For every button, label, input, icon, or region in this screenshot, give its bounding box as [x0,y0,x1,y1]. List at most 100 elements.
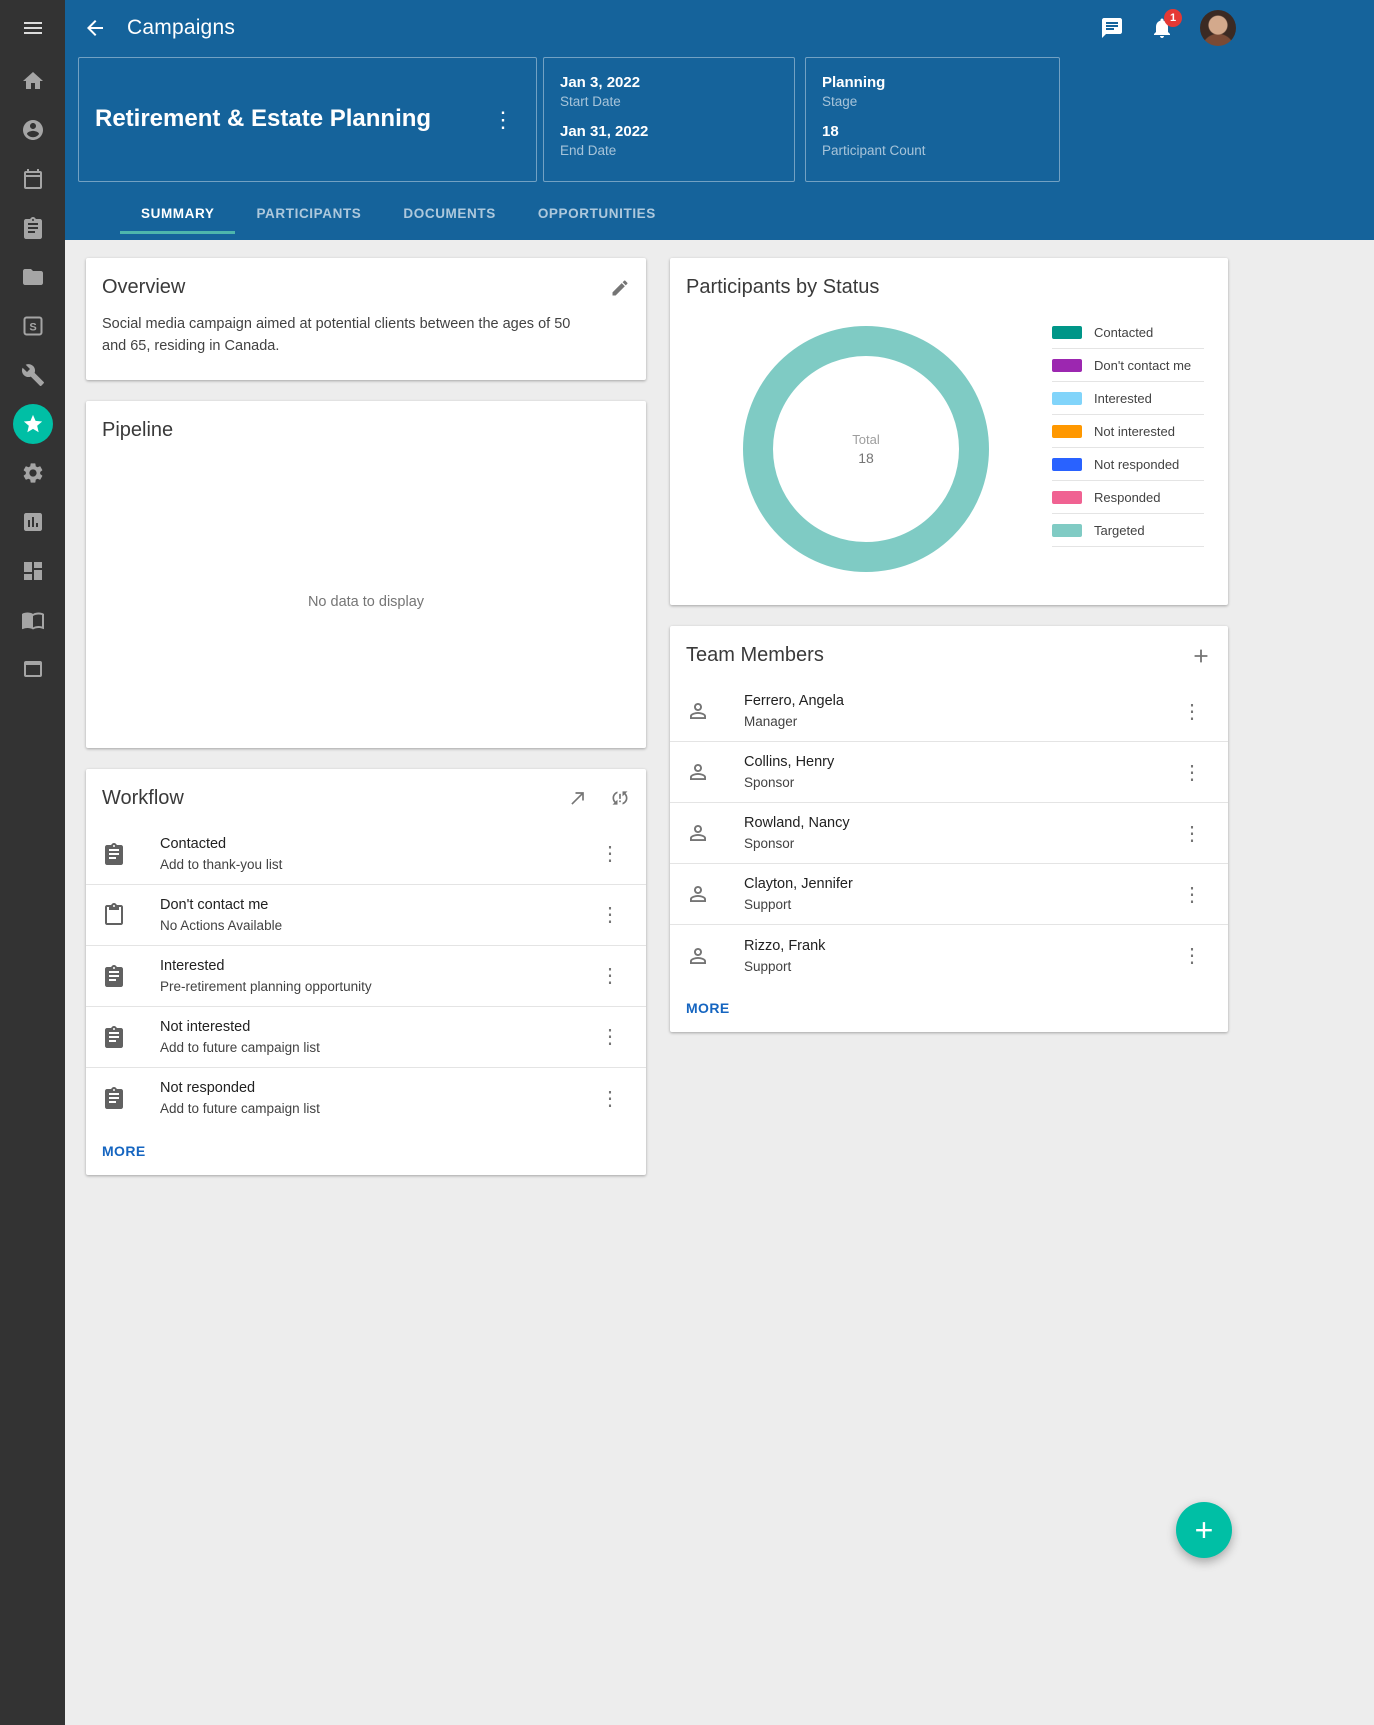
contact-icon[interactable] [0,105,65,154]
workflow-action: Pre-retirement planning opportunity [160,979,590,994]
tab-participants[interactable]: PARTICIPANTS [235,196,382,234]
menu-icon[interactable] [0,0,65,56]
legend-item: Interested [1052,382,1204,415]
documents-icon[interactable] [0,252,65,301]
edit-icon[interactable] [610,278,630,298]
row-menu-icon[interactable]: ⋮ [1172,878,1212,911]
row-menu-icon[interactable]: ⋮ [590,1082,630,1115]
legend-item: Not interested [1052,415,1204,448]
member-role: Sponsor [744,775,1172,790]
member-role: Support [744,897,1172,912]
svg-text:S: S [29,321,36,333]
end-date-value: Jan 31, 2022 [560,123,778,140]
overview-card: Overview Social media campaign aimed at … [86,258,646,380]
legend-item: Contacted [1052,316,1204,349]
workflow-row[interactable]: Interested Pre-retirement planning oppor… [86,946,646,1007]
legend-item: Responded [1052,481,1204,514]
tab-documents[interactable]: DOCUMENTS [382,196,516,234]
campaign-header: Campaigns 1 Retirement & Estate Planning… [65,0,1374,240]
campaign-name-card: Retirement & Estate Planning ⋮ [78,57,537,182]
home-icon[interactable] [0,56,65,105]
chat-icon[interactable] [1100,16,1124,40]
member-role: Sponsor [744,836,1172,851]
campaigns-icon-active[interactable] [0,399,65,448]
legend-swatch [1052,524,1082,537]
person-icon [686,882,710,906]
person-icon [686,760,710,784]
workflow-action: No Actions Available [160,918,590,933]
participant-count-value: 18 [822,123,1043,140]
member-name: Rizzo, Frank [744,938,1172,954]
paste-icon [102,903,126,927]
pipeline-card: Pipeline No data to display [86,401,646,748]
campaign-menu-icon[interactable]: ⋮ [486,107,520,133]
row-menu-icon[interactable]: ⋮ [1172,695,1212,728]
user-avatar[interactable] [1200,10,1236,46]
legend-item: Don't contact me [1052,349,1204,382]
legend-item: Not responded [1052,448,1204,481]
member-role: Manager [744,714,1172,729]
activities-icon[interactable] [0,203,65,252]
member-name: Rowland, Nancy [744,815,1172,831]
notifications-icon[interactable]: 1 [1150,16,1174,40]
assignment-icon [102,1086,126,1110]
team-member-row[interactable]: Collins, Henry Sponsor ⋮ [670,742,1228,803]
dashboard-icon[interactable] [0,546,65,595]
participants-chart-title: Participants by Status [686,276,879,299]
workflow-action: Add to future campaign list [160,1040,590,1055]
participants-by-status-card: Participants by Status Total 18 Contacte… [670,258,1228,605]
end-date-label: End Date [560,143,778,158]
start-date-value: Jan 3, 2022 [560,74,778,91]
row-menu-icon[interactable]: ⋮ [590,959,630,992]
stage-value: Planning [822,74,1043,91]
book-icon[interactable] [0,595,65,644]
legend-swatch [1052,425,1082,438]
add-team-member-icon[interactable] [1190,645,1212,667]
campaign-dates-card: Jan 3, 2022 Start Date Jan 31, 2022 End … [543,57,795,182]
member-role: Support [744,959,1172,974]
team-members-list: Ferrero, Angela Manager ⋮ Collins, Henry… [670,681,1228,986]
workflow-row[interactable]: Not interested Add to future campaign li… [86,1007,646,1068]
add-fab-button[interactable]: + [1176,1502,1232,1558]
tools-icon[interactable] [0,350,65,399]
tab-opportunities[interactable]: OPPORTUNITIES [517,196,677,234]
row-menu-icon[interactable]: ⋮ [1172,817,1212,850]
notes-icon[interactable]: S [0,301,65,350]
team-more-button[interactable]: MORE [670,986,746,1032]
pipeline-empty-text: No data to display [308,594,424,610]
sidebar: S [0,0,65,1725]
legend-swatch [1052,392,1082,405]
back-icon[interactable] [83,16,107,40]
donut-total-label: Total [852,432,879,447]
team-member-row[interactable]: Rowland, Nancy Sponsor ⋮ [670,803,1228,864]
workflow-status: Interested [160,958,590,974]
open-workflow-icon[interactable] [568,788,588,808]
legend-item: Targeted [1052,514,1204,547]
row-menu-icon[interactable]: ⋮ [1172,939,1212,972]
workflow-more-button[interactable]: MORE [86,1129,162,1175]
team-members-title: Team Members [686,644,824,667]
accounts-icon[interactable] [0,644,65,693]
sync-problem-icon[interactable] [610,788,630,808]
calendar-icon[interactable] [0,154,65,203]
workflow-row[interactable]: Not responded Add to future campaign lis… [86,1068,646,1129]
workflow-row[interactable]: Don't contact me No Actions Available ⋮ [86,885,646,946]
assignment-icon [102,1025,126,1049]
team-member-row[interactable]: Rizzo, Frank Support ⋮ [670,925,1228,986]
topbar: Campaigns 1 [65,0,1374,56]
person-icon [686,944,710,968]
reports-icon[interactable] [0,497,65,546]
team-members-card: Team Members Ferrero, Angela Manager ⋮ [670,626,1228,1032]
workflow-row[interactable]: Contacted Add to thank-you list ⋮ [86,824,646,885]
settings-icon[interactable] [0,448,65,497]
workflow-list: Contacted Add to thank-you list ⋮ Don't … [86,824,646,1129]
workflow-action: Add to thank-you list [160,857,590,872]
team-member-row[interactable]: Ferrero, Angela Manager ⋮ [670,681,1228,742]
row-menu-icon[interactable]: ⋮ [1172,756,1212,789]
team-member-row[interactable]: Clayton, Jennifer Support ⋮ [670,864,1228,925]
row-menu-icon[interactable]: ⋮ [590,898,630,931]
tab-summary[interactable]: SUMMARY [120,196,235,234]
row-menu-icon[interactable]: ⋮ [590,1020,630,1053]
row-menu-icon[interactable]: ⋮ [590,837,630,870]
left-column: Overview Social media campaign aimed at … [86,258,646,1196]
